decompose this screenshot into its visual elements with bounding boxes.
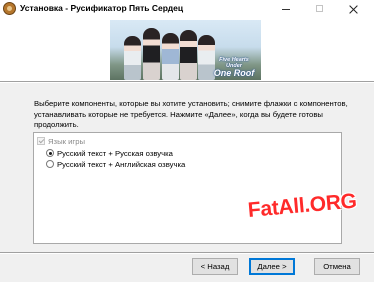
- component-group-label: Язык игры: [48, 137, 85, 146]
- banner-figure: [124, 36, 141, 80]
- banner-logo-line2: One Roof: [213, 68, 255, 78]
- header-divider: [0, 81, 374, 83]
- checkbox-icon: [37, 137, 45, 145]
- banner-figure: [180, 30, 197, 80]
- component-option-label: Русский текст + Английская озвучка: [57, 160, 186, 169]
- next-button[interactable]: Далее >: [249, 258, 295, 275]
- component-group: Язык игры: [37, 136, 85, 147]
- radio-icon[interactable]: [46, 160, 54, 168]
- cancel-button[interactable]: Отмена: [314, 258, 360, 275]
- banner-image: Five Hearts Under One Roof: [110, 20, 261, 80]
- component-option-label: Русский текст + Русская озвучка: [57, 149, 173, 158]
- footer-divider: [0, 252, 374, 254]
- close-icon[interactable]: [337, 0, 371, 19]
- banner-logo: Five Hearts Under One Roof: [211, 57, 257, 78]
- banner-figure: [162, 33, 179, 80]
- component-option[interactable]: Русский текст + Английская озвучка: [46, 159, 185, 170]
- component-option[interactable]: Русский текст + Русская озвучка: [46, 148, 173, 159]
- instructions-text: Выберите компоненты, которые вы хотите у…: [34, 99, 348, 129]
- back-button[interactable]: < Назад: [192, 258, 238, 275]
- title-bar: Установка - Русификатор Пять Сердец: [0, 0, 374, 20]
- minimize-icon[interactable]: [269, 0, 303, 19]
- header-area: Five Hearts Under One Roof: [0, 19, 374, 81]
- maximize-icon: [303, 0, 337, 19]
- components-list[interactable]: Язык игры Русский текст + Русская озвучк…: [33, 132, 342, 244]
- installer-icon: [3, 2, 16, 15]
- radio-selected-icon[interactable]: [46, 149, 54, 157]
- window-title: Установка - Русификатор Пять Сердец: [20, 3, 184, 13]
- banner-figure: [143, 28, 160, 80]
